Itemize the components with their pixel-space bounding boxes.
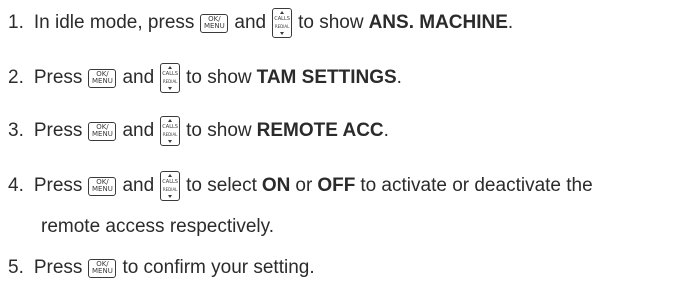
step-3: 3. Press OK/MENU and CALLS REDIAL to sho… (8, 116, 389, 146)
ok-menu-key-icon: OK/MENU (200, 13, 229, 33)
step-4-continuation: remote access respectively. (41, 216, 275, 237)
ok-menu-key-icon: OK/MENU (88, 68, 117, 88)
ok-menu-key-icon: OK/MENU (88, 176, 117, 196)
step-number: 5. (8, 257, 24, 278)
calls-redial-key-icon: CALLS REDIAL (160, 116, 181, 146)
step-1: 1. In idle mode, press OK/MENU and CALLS… (8, 8, 513, 38)
ok-menu-key-icon: OK/MENU (88, 121, 117, 141)
step-4: 4. Press OK/MENU and CALLS REDIAL to sel… (8, 171, 593, 201)
option-on: ON (261, 175, 291, 196)
step-text: to show (186, 67, 252, 88)
step-text: to show (186, 120, 252, 141)
step-text: In idle mode, press (33, 12, 195, 33)
menu-name: ANS. MACHINE (368, 12, 508, 33)
and-text: and (234, 12, 267, 33)
step-text: to select (186, 175, 257, 196)
step-text: Press (33, 67, 83, 88)
step-5: 5. Press OK/MENU to confirm your setting… (8, 256, 315, 280)
step-text: to confirm your setting. (122, 257, 315, 278)
step-text: Press (33, 257, 83, 278)
menu-name: TAM SETTINGS (256, 67, 397, 88)
ok-menu-key-icon: OK/MENU (88, 258, 117, 278)
and-text: and (122, 175, 155, 196)
step-text: Press (33, 175, 83, 196)
and-text: and (122, 67, 155, 88)
step-text: Press (33, 120, 83, 141)
step-2: 2. Press OK/MENU and CALLS REDIAL to sho… (8, 63, 402, 93)
option-off: OFF (317, 175, 356, 196)
calls-redial-key-icon: CALLS REDIAL (272, 8, 293, 38)
and-text: and (122, 120, 155, 141)
step-number: 2. (8, 67, 24, 88)
step-number: 4. (8, 175, 24, 196)
step-number: 3. (8, 120, 24, 141)
menu-name: REMOTE ACC (256, 120, 384, 141)
step-text: to show (298, 12, 364, 33)
step-number: 1. (8, 12, 24, 33)
calls-redial-key-icon: CALLS REDIAL (160, 171, 181, 201)
step-text: to activate or deactivate the (360, 175, 593, 196)
calls-redial-key-icon: CALLS REDIAL (160, 63, 181, 93)
